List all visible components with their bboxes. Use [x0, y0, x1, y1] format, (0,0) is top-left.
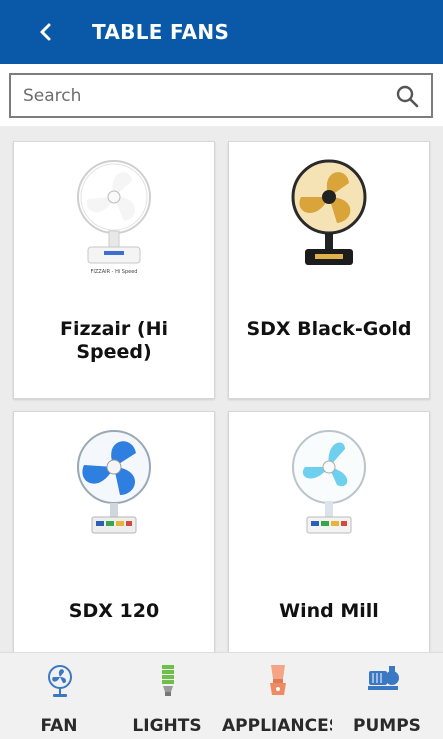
fan-product-image: FIZZAIR - Hi Speed: [77, 160, 151, 275]
nav-label: PUMPS: [353, 716, 421, 736]
product-name: SDX 120: [68, 600, 160, 622]
page-title: TABLE FANS: [92, 20, 230, 44]
bottom-navigation: FAN LIGHTS APPLIANCES PUMPS: [0, 652, 443, 739]
product-card-wind-mill[interactable]: Wind Mill: [228, 411, 430, 669]
fan-product-image: [292, 430, 366, 534]
nav-pumps[interactable]: PUMPS: [332, 653, 442, 739]
nav-fan[interactable]: FAN: [4, 653, 114, 739]
search-box: [9, 73, 433, 118]
search-icon[interactable]: [395, 84, 419, 108]
back-button[interactable]: [30, 16, 62, 48]
product-name: SDX Black-Gold: [246, 318, 412, 340]
nav-label: FAN: [40, 716, 78, 736]
product-card-sdx-black-gold[interactable]: SDX Black-Gold: [228, 141, 430, 399]
product-card-fizzair[interactable]: FIZZAIR - Hi Speed Fizzair (Hi Speed): [13, 141, 215, 399]
search-bar: [0, 64, 443, 126]
nav-appliances[interactable]: APPLIANCES: [222, 653, 332, 739]
nav-label: APPLIANCES: [222, 716, 332, 736]
product-name: Fizzair (Hi Speed): [59, 318, 169, 363]
chevron-left-icon: [40, 23, 51, 41]
bulb-icon: [162, 665, 174, 696]
pump-icon: [368, 666, 399, 690]
nav-label: LIGHTS: [132, 716, 202, 736]
fan-image-caption: FIZZAIR - Hi Speed: [91, 269, 138, 275]
nav-lights[interactable]: LIGHTS: [112, 653, 222, 739]
product-name: Wind Mill: [279, 600, 379, 622]
fan-icon: [48, 665, 72, 697]
product-card-sdx-120[interactable]: SDX 120: [13, 411, 215, 669]
fan-product-image: [291, 159, 367, 265]
fan-product-image: [77, 430, 151, 534]
search-input[interactable]: [23, 83, 363, 109]
app-header: TABLE FANS: [0, 0, 443, 64]
mixer-icon: [270, 665, 286, 695]
